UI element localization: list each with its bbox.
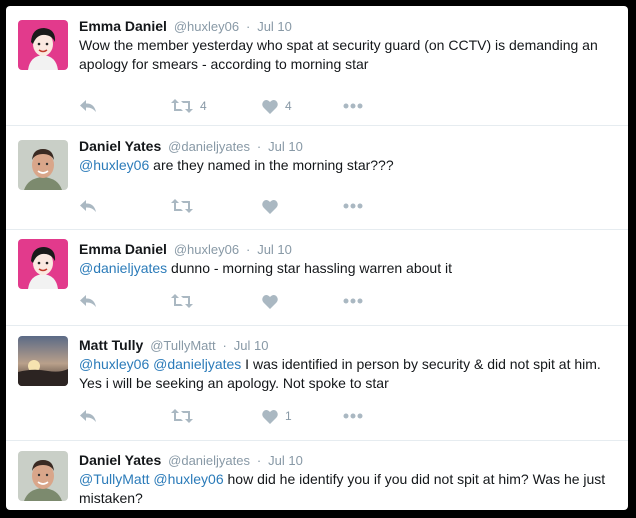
retweet-icon (171, 199, 193, 213)
tweet-body: Wow the member yesterday who spat at sec… (79, 37, 598, 72)
separator: · (256, 453, 262, 468)
more-button[interactable] (343, 292, 363, 310)
author-handle[interactable]: @huxley06 (174, 19, 239, 34)
reply-icon (80, 200, 96, 212)
avatar[interactable] (18, 140, 68, 190)
man-avatar-icon (18, 140, 68, 190)
reply-button[interactable] (79, 97, 97, 115)
author-name[interactable]: Daniel Yates (79, 138, 161, 154)
heart-icon (262, 99, 278, 114)
more-button[interactable] (343, 97, 363, 115)
more-button[interactable] (343, 407, 363, 425)
tweet-actions (79, 197, 379, 215)
reply-button[interactable] (79, 407, 97, 425)
reply-button[interactable] (79, 197, 97, 215)
tweet-text: Wow the member yesterday who spat at sec… (79, 36, 619, 74)
reply-icon (80, 295, 96, 307)
tweet-actions (79, 292, 379, 310)
tweet-header: Matt Tully @TullyMatt · Jul 10 (79, 336, 268, 355)
tweet[interactable]: Daniel Yates @danieljyates · Jul 10 @hux… (6, 126, 628, 230)
tweet-text: @danieljyates dunno - morning star hassl… (79, 259, 619, 278)
tweet-text: @huxley06 are they named in the morning … (79, 156, 619, 175)
retweet-button[interactable]: 4 (171, 97, 207, 115)
like-button[interactable]: 4 (262, 97, 292, 115)
more-button[interactable] (343, 197, 363, 215)
mention-link[interactable]: @huxley06 (79, 157, 149, 173)
author-name[interactable]: Emma Daniel (79, 241, 167, 257)
tweet-body: dunno - morning star hassling warren abo… (167, 260, 452, 276)
tweet-date[interactable]: Jul 10 (268, 139, 303, 154)
retweet-count: 4 (200, 99, 207, 113)
more-icon (343, 413, 363, 419)
tweet-body: are they named in the morning star??? (149, 157, 394, 173)
author-handle[interactable]: @huxley06 (174, 242, 239, 257)
reply-button[interactable] (79, 292, 97, 310)
reply-icon (80, 100, 96, 112)
heart-icon (262, 294, 278, 309)
retweet-button[interactable] (171, 407, 200, 425)
woman-avatar-icon (18, 20, 68, 70)
avatar[interactable] (18, 20, 68, 70)
avatar[interactable] (18, 239, 68, 289)
retweet-icon (171, 99, 193, 113)
retweet-button[interactable] (171, 292, 200, 310)
tweet[interactable]: Daniel Yates @danieljyates · Jul 10 @Tul… (6, 441, 628, 510)
tweet-date[interactable]: Jul 10 (257, 242, 292, 257)
tweet-header: Daniel Yates @danieljyates · Jul 10 (79, 451, 303, 470)
woman-avatar-icon (18, 239, 68, 289)
tweet-header: Daniel Yates @danieljyates · Jul 10 (79, 137, 303, 156)
heart-icon (262, 199, 278, 214)
author-name[interactable]: Matt Tully (79, 337, 143, 353)
retweet-button[interactable] (171, 197, 200, 215)
more-icon (343, 298, 363, 304)
mention-link[interactable]: @danieljyates (79, 260, 167, 276)
tweet[interactable]: Matt Tully @TullyMatt · Jul 10 @huxley06… (6, 326, 628, 441)
tweet-actions: 4 4 (79, 97, 379, 115)
tweet-date[interactable]: Jul 10 (234, 338, 269, 353)
avatar[interactable] (18, 451, 68, 501)
like-button[interactable]: 1 (262, 407, 292, 425)
tweet-text: @TullyMatt @huxley06 how did he identify… (79, 470, 619, 508)
retweet-icon (171, 294, 193, 308)
author-name[interactable]: Emma Daniel (79, 18, 167, 34)
tweet-date[interactable]: Jul 10 (268, 453, 303, 468)
tweet[interactable]: Emma Daniel @huxley06 · Jul 10 @danieljy… (6, 230, 628, 326)
sunset-avatar-icon (18, 336, 68, 386)
like-button[interactable] (262, 292, 285, 310)
separator: · (245, 242, 251, 257)
like-count: 1 (285, 409, 292, 423)
tweet-date[interactable]: Jul 10 (257, 19, 292, 34)
tweet-header: Emma Daniel @huxley06 · Jul 10 (79, 240, 292, 259)
reply-icon (80, 410, 96, 422)
separator: · (256, 139, 262, 154)
tweet-actions: 1 (79, 407, 379, 425)
tweet-text: @huxley06 @danieljyates I was identified… (79, 355, 619, 393)
mention-link[interactable]: @TullyMatt @huxley06 (79, 471, 224, 487)
separator: · (245, 19, 251, 34)
like-button[interactable] (262, 197, 285, 215)
heart-icon (262, 409, 278, 424)
retweet-icon (171, 409, 193, 423)
mention-link[interactable]: @huxley06 @danieljyates (79, 356, 241, 372)
more-icon (343, 103, 363, 109)
like-count: 4 (285, 99, 292, 113)
more-icon (343, 203, 363, 209)
author-handle[interactable]: @TullyMatt (150, 338, 215, 353)
tweet-header: Emma Daniel @huxley06 · Jul 10 (79, 17, 292, 36)
tweet[interactable]: Emma Daniel @huxley06 · Jul 10 Wow the m… (6, 6, 628, 126)
separator: · (222, 338, 227, 353)
author-handle[interactable]: @danieljyates (168, 453, 250, 468)
avatar[interactable] (18, 336, 68, 386)
tweet-thread: Emma Daniel @huxley06 · Jul 10 Wow the m… (6, 6, 628, 510)
author-handle[interactable]: @danieljyates (168, 139, 250, 154)
author-name[interactable]: Daniel Yates (79, 452, 161, 468)
man-avatar-icon (18, 451, 68, 501)
